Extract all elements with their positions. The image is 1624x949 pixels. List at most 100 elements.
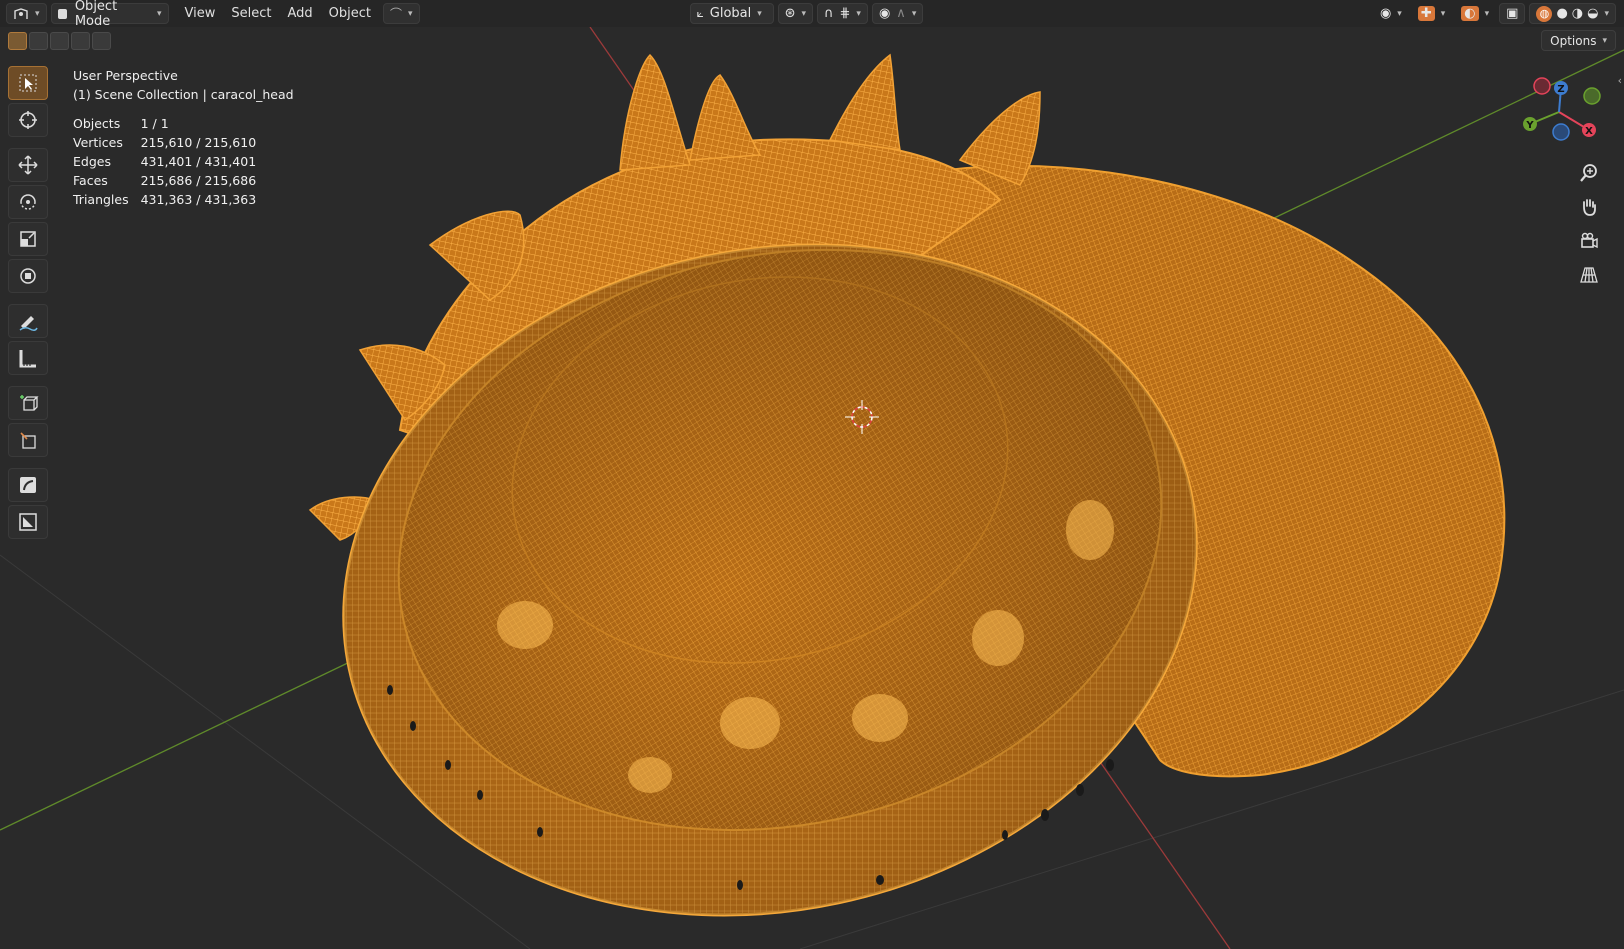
proportional-edit-toggle[interactable]: ◉ ∧ ▾ <box>871 3 924 24</box>
rotate-icon <box>20 194 36 210</box>
chevron-down-icon: ▾ <box>757 8 762 19</box>
ruler-icon <box>19 350 36 368</box>
table-row: Edges 431,401 / 431,401 <box>73 152 268 171</box>
xray-icon: ▣ <box>1506 6 1519 21</box>
overlays-toggle[interactable]: ◐ ▾ <box>1455 3 1495 24</box>
select-box-tool[interactable] <box>8 66 48 100</box>
chevron-down-icon: ▾ <box>1440 8 1446 19</box>
options-dropdown[interactable]: Options ▾ <box>1541 30 1616 51</box>
region-icon <box>19 513 37 531</box>
select-invert-icon[interactable] <box>71 32 90 50</box>
add-cube-icon <box>20 395 39 411</box>
zoom-icon <box>1580 164 1597 182</box>
grid-perspective-icon <box>1580 267 1598 283</box>
proportional-icon: ◉ <box>878 6 891 21</box>
transform-tool[interactable] <box>8 259 48 293</box>
cursor-tool[interactable] <box>8 103 48 137</box>
chevron-down-icon: ▾ <box>1604 8 1609 19</box>
navigation-gizmo[interactable]: Z Y X <box>1514 72 1604 152</box>
camera-icon <box>1581 232 1598 249</box>
pivot-icon: ⊛ <box>784 6 796 21</box>
chevron-down-icon: ▾ <box>801 8 806 19</box>
visibility-dropdown[interactable]: ◉ ▾ <box>1374 3 1408 24</box>
annotate-tool[interactable] <box>8 304 48 338</box>
stat-value: 431,401 / 431,401 <box>140 154 257 169</box>
stat-label: Faces <box>73 173 108 188</box>
pivot-dropdown[interactable]: ⊛ ▾ <box>777 3 813 24</box>
neg-x-axis-icon[interactable] <box>1533 77 1551 95</box>
chevron-down-icon: ▾ <box>856 8 861 19</box>
neg-z-axis-icon[interactable] <box>1552 123 1570 141</box>
shear-tool[interactable] <box>8 468 48 502</box>
stat-label: Vertices <box>73 135 123 150</box>
select-extend-icon[interactable] <box>29 32 48 50</box>
camera-view-button[interactable] <box>1576 228 1602 254</box>
measure-tool[interactable] <box>8 341 48 375</box>
transform-icon <box>20 268 36 284</box>
move-tool[interactable] <box>8 148 48 182</box>
orientation-dropdown[interactable]: ⟀ Global ▾ <box>689 3 774 24</box>
cursor-arrow-icon <box>19 74 37 92</box>
menu-add[interactable]: Add <box>280 6 321 21</box>
wireframe-shading-icon[interactable]: ◍ <box>1536 5 1553 22</box>
chevron-down-icon: ▾ <box>157 8 162 19</box>
stat-label: Objects <box>73 116 121 131</box>
editor-type-button[interactable]: ▾ <box>6 3 47 24</box>
add-shape-icon <box>20 432 36 449</box>
menu-select[interactable]: Select <box>223 6 279 21</box>
select-new-icon[interactable] <box>8 32 27 50</box>
add-shape-tool[interactable] <box>8 423 48 457</box>
shear-icon <box>20 477 36 493</box>
selection-mode-group <box>8 32 113 50</box>
solid-shading-icon[interactable]: ● <box>1556 6 1567 21</box>
orientation-icon: ⟀ <box>696 6 704 20</box>
chevron-down-icon: ▾ <box>1484 8 1490 19</box>
scale-tool[interactable] <box>8 222 48 256</box>
xray-toggle[interactable]: ▣ <box>1499 3 1526 24</box>
pencil-icon <box>19 316 38 332</box>
menu-object[interactable]: Object <box>321 6 379 21</box>
tool-settings-bar: Options ▾ <box>0 28 1624 54</box>
select-intersect-icon[interactable] <box>92 32 111 50</box>
move-arrows-icon <box>18 155 38 175</box>
zoom-button[interactable] <box>1576 160 1602 186</box>
pan-button[interactable] <box>1576 194 1602 220</box>
region-tool[interactable] <box>8 505 48 539</box>
hand-icon <box>1583 199 1596 216</box>
orientation-label: Global <box>709 6 752 21</box>
magnet-icon: ∩ <box>824 6 834 21</box>
gizmo-toggle[interactable]: ✚ ▾ <box>1412 3 1451 24</box>
curve-icon: ⌒ <box>390 7 403 21</box>
stat-value: 431,363 / 431,363 <box>140 192 257 207</box>
chevron-down-icon: ▾ <box>911 8 917 19</box>
neg-y-axis-icon[interactable] <box>1583 87 1601 105</box>
stat-label: Triangles <box>73 192 129 207</box>
stat-value: 1 / 1 <box>140 116 169 131</box>
add-cube-tool[interactable] <box>8 386 48 420</box>
object-mode-icon <box>57 8 67 19</box>
menu-view[interactable]: View <box>177 6 224 21</box>
mode-dropdown[interactable]: Object Mode ▾ <box>50 0 169 29</box>
stat-value: 215,686 / 215,686 <box>140 173 257 188</box>
falloff-icon: ∧ <box>896 6 906 21</box>
sidebar-toggle-icon[interactable]: ‹ <box>1618 74 1622 87</box>
gp-dropdown[interactable]: ⌒ ▾ <box>383 3 420 24</box>
snap-increment-icon: ⋕ <box>839 6 851 21</box>
select-subtract-icon[interactable] <box>50 32 69 50</box>
chevron-down-icon: ▾ <box>1602 35 1607 46</box>
chevron-down-icon: ▾ <box>408 8 413 19</box>
shading-modes[interactable]: ◍ ● ◑ ◒ ▾ <box>1529 3 1616 24</box>
snap-toggle[interactable]: ∩ ⋕ ▾ <box>817 3 868 24</box>
svg-text:Z: Z <box>1557 84 1564 95</box>
rendered-shading-icon[interactable]: ◒ <box>1587 6 1598 21</box>
scale-icon <box>20 231 36 247</box>
material-shading-icon[interactable]: ◑ <box>1572 6 1583 21</box>
viewport-stats: User Perspective (1) Scene Collection | … <box>73 66 294 209</box>
stat-label: Edges <box>73 154 111 169</box>
table-row: Faces 215,686 / 215,686 <box>73 171 268 190</box>
stat-value: 215,610 / 215,610 <box>140 135 257 150</box>
perspective-toggle-button[interactable] <box>1576 262 1602 288</box>
eye-icon: ◉ <box>1379 6 1392 21</box>
rotate-tool[interactable] <box>8 185 48 219</box>
options-label: Options <box>1550 33 1597 48</box>
